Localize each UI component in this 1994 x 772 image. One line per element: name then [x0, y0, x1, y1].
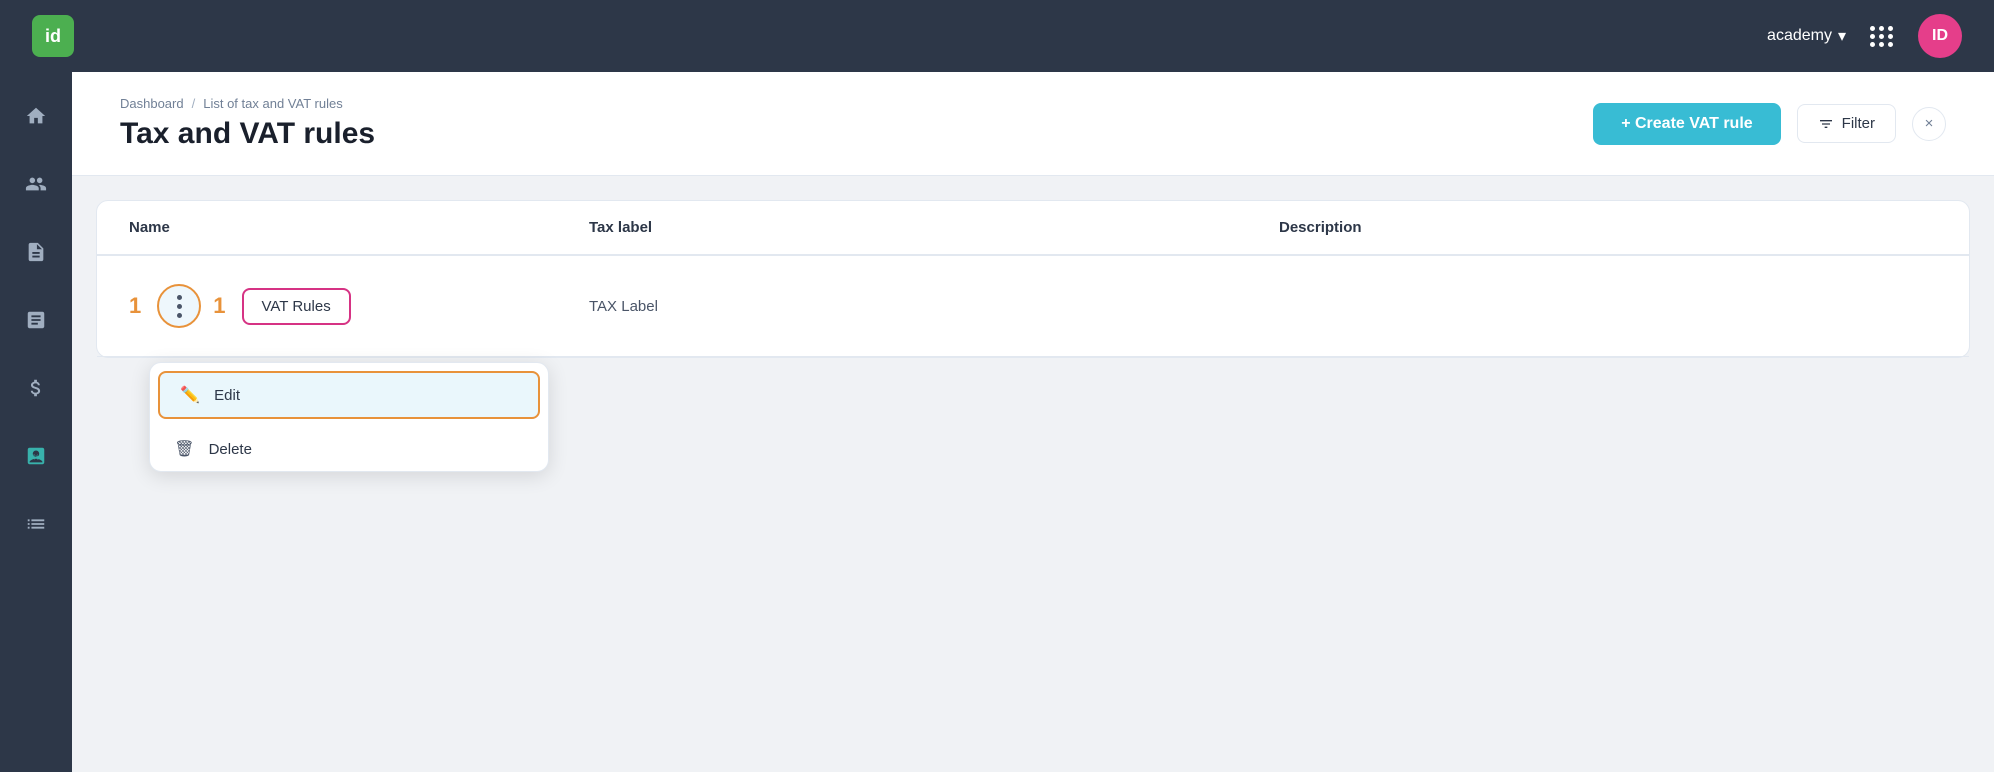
row-actions-button[interactable]: ✏️ Edit 🗑 Delete — [157, 284, 201, 328]
step1-label: 1 — [129, 293, 141, 319]
delete-icon: 🗑 — [174, 439, 194, 459]
svg-text:%: % — [33, 453, 40, 462]
academy-dropdown[interactable]: academy ▾ — [1767, 26, 1846, 46]
sidebar-item-tax[interactable]: % — [12, 432, 60, 480]
row-name-cell: 1 ✏️ Edit — [129, 270, 557, 342]
academy-label: academy — [1767, 27, 1832, 45]
table-header: Name Tax label Description — [97, 201, 1969, 256]
sidebar-item-home[interactable] — [12, 92, 60, 140]
col-header-description: Description — [1263, 201, 1953, 254]
breadcrumb: Dashboard / List of tax and VAT rules — [120, 96, 375, 111]
topnav: id academy ▾ ID — [0, 0, 1994, 72]
app-logo[interactable]: id — [32, 15, 74, 57]
vat-rules-cell[interactable]: VAT Rules — [242, 288, 351, 325]
context-menu: ✏️ Edit 🗑 Delete — [149, 362, 549, 472]
context-menu-delete[interactable]: 🗑 Delete — [150, 427, 548, 471]
chevron-down-icon: ▾ — [1838, 26, 1846, 46]
page-title: Tax and VAT rules — [120, 117, 375, 151]
breadcrumb-separator: / — [192, 96, 196, 111]
filter-label: Filter — [1842, 115, 1875, 132]
sidebar: % — [0, 72, 72, 772]
page-header-left: Dashboard / List of tax and VAT rules Ta… — [120, 96, 375, 151]
main-content: Dashboard / List of tax and VAT rules Ta… — [72, 72, 1994, 772]
td-tax-label: TAX Label — [573, 284, 1263, 329]
breadcrumb-current: List of tax and VAT rules — [203, 96, 342, 111]
sidebar-item-users[interactable] — [12, 160, 60, 208]
page-header-right: + Create VAT rule Filter × — [1593, 103, 1946, 145]
sidebar-item-billing[interactable] — [12, 364, 60, 412]
sidebar-item-documents[interactable] — [12, 228, 60, 276]
breadcrumb-home[interactable]: Dashboard — [120, 96, 184, 111]
sidebar-item-list[interactable] — [12, 500, 60, 548]
table-section: Name Tax label Description 1 — [96, 200, 1970, 358]
create-vat-rule-button[interactable]: + Create VAT rule — [1593, 103, 1780, 145]
page-header: Dashboard / List of tax and VAT rules Ta… — [72, 72, 1994, 176]
topnav-right: academy ▾ ID — [1767, 14, 1962, 58]
delete-label: Delete — [209, 441, 252, 458]
filter-button[interactable]: Filter — [1797, 104, 1896, 143]
filter-close-button[interactable]: × — [1912, 107, 1946, 141]
table-row: 1 ✏️ Edit — [97, 256, 1969, 357]
edit-label: Edit — [214, 387, 240, 404]
sidebar-item-notes[interactable] — [12, 296, 60, 344]
col-header-name: Name — [113, 201, 573, 254]
td-name: 1 ✏️ Edit — [113, 256, 573, 356]
step1b-label: 1 — [213, 293, 225, 319]
col-header-tax-label: Tax label — [573, 201, 1263, 254]
td-description — [1263, 292, 1953, 320]
edit-icon: ✏️ — [180, 385, 200, 405]
main-layout: % Dashboard / List of tax and VAT rules … — [0, 72, 1994, 772]
context-menu-edit[interactable]: ✏️ Edit — [158, 371, 540, 419]
apps-grid-icon[interactable] — [1870, 26, 1894, 47]
user-avatar[interactable]: ID — [1918, 14, 1962, 58]
